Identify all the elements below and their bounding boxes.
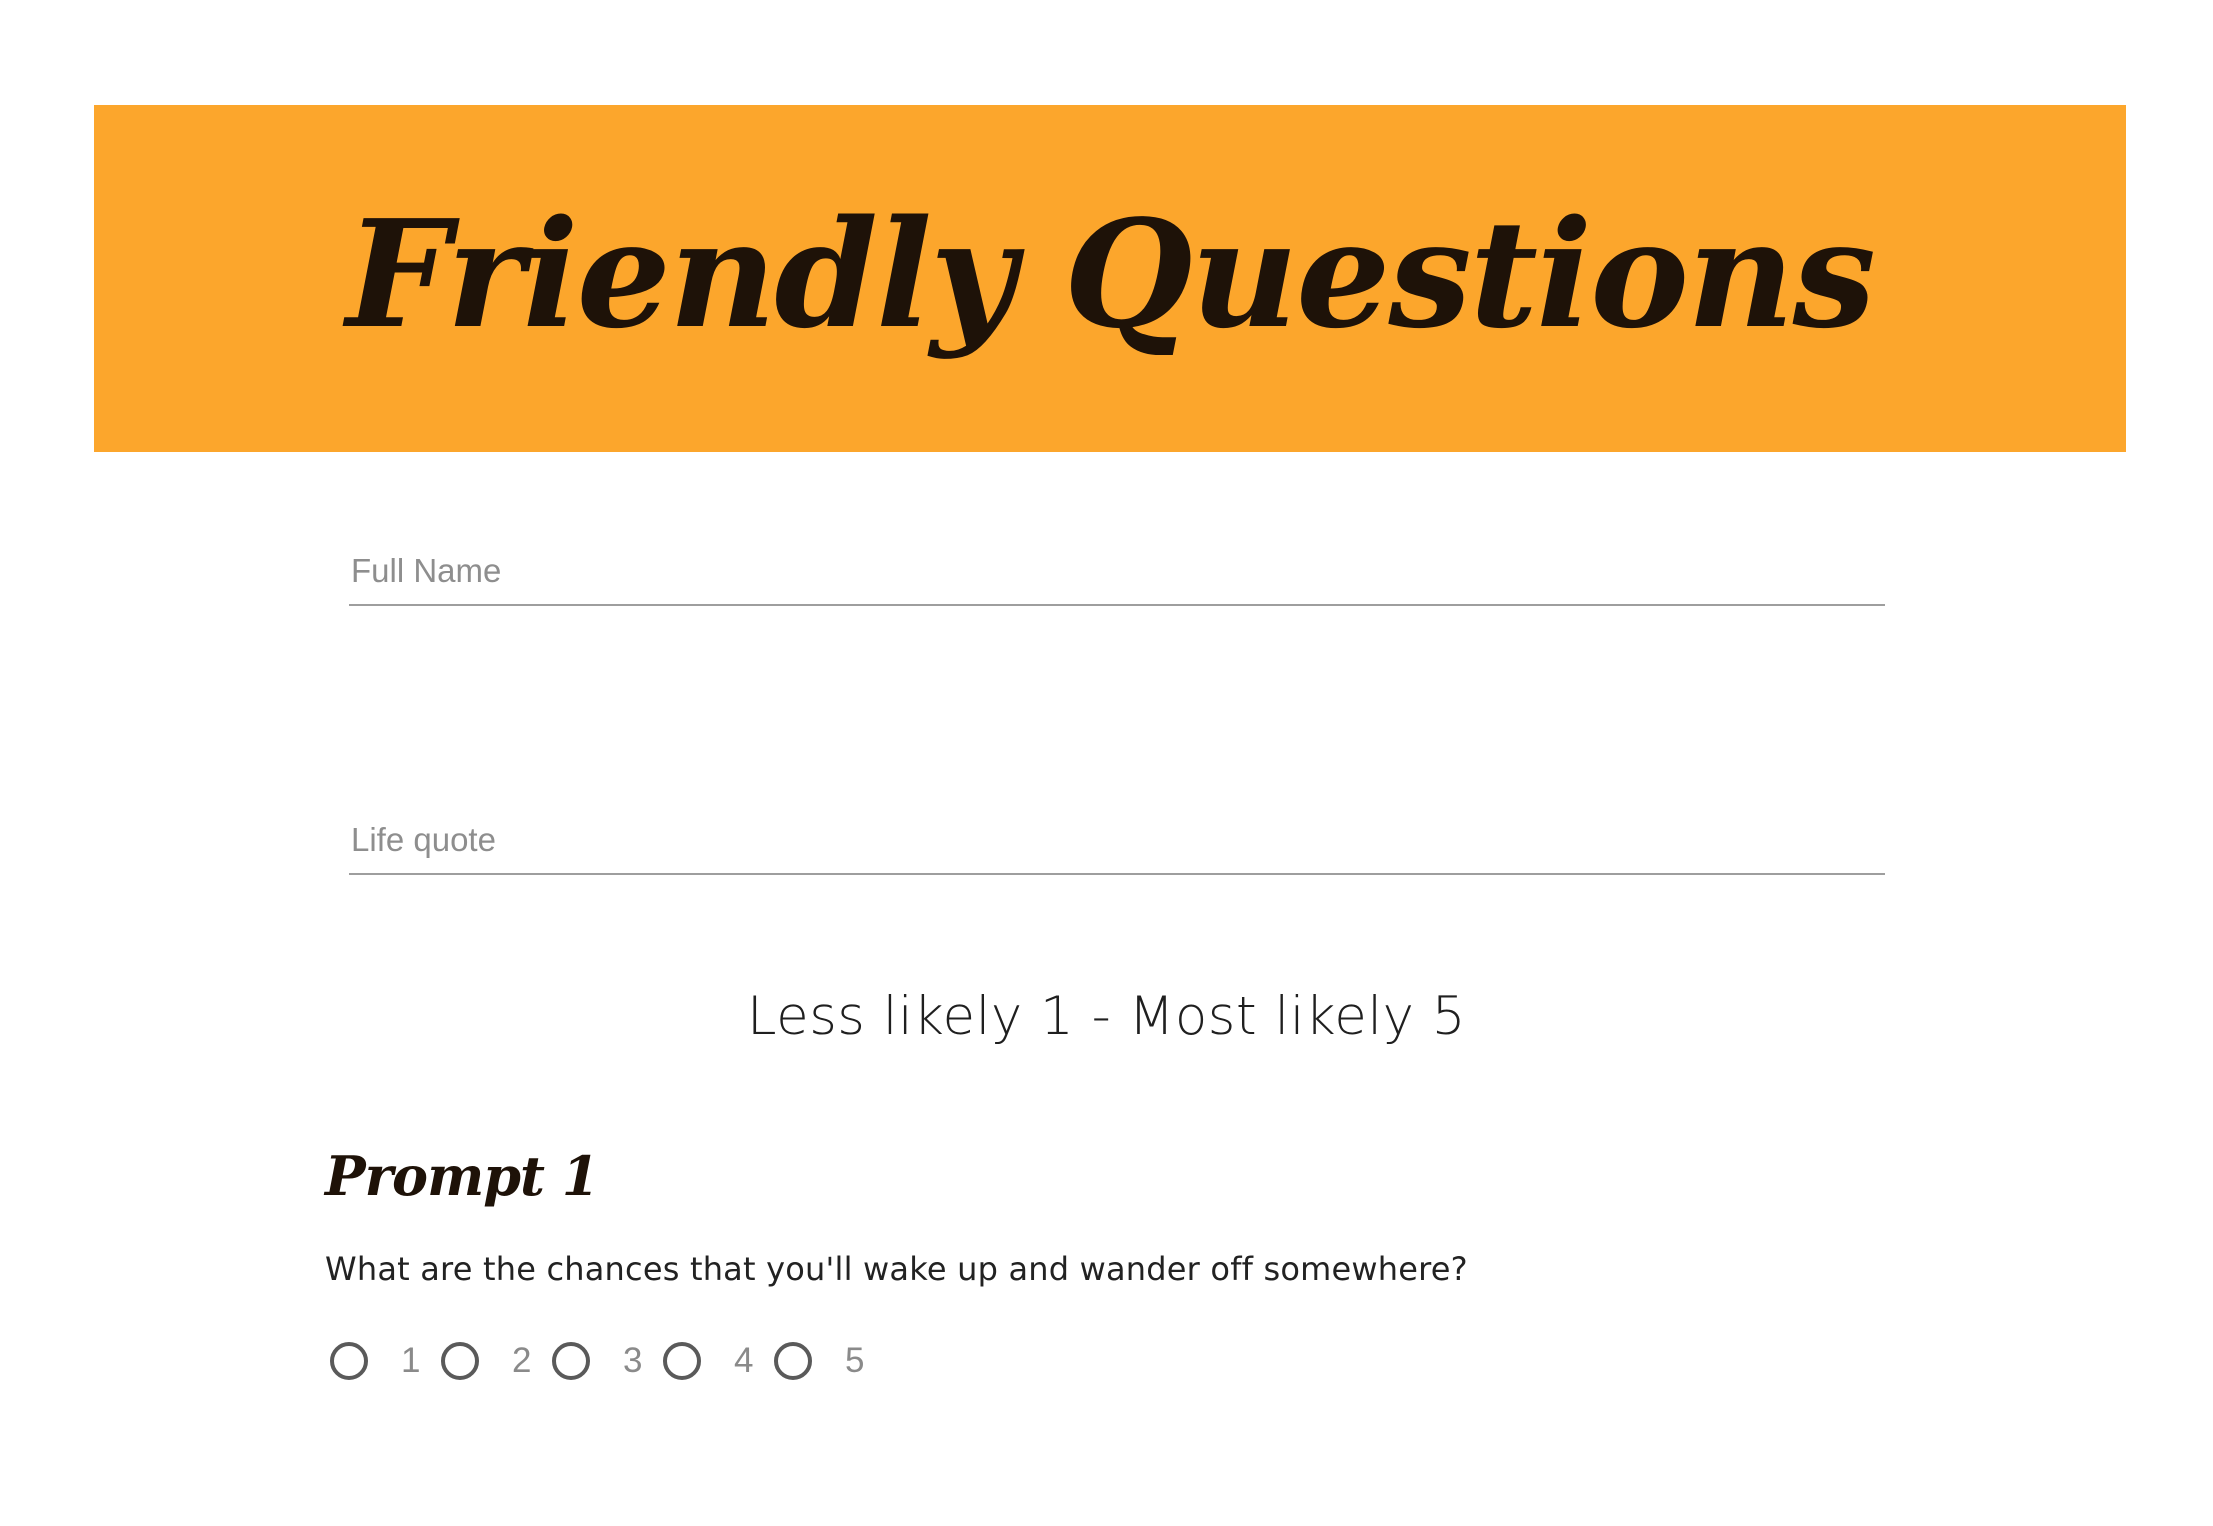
rating-label-5: 5: [845, 1341, 865, 1380]
page-title: Friendly Questions: [346, 186, 1876, 361]
rating-option-2[interactable]: 2: [441, 1341, 552, 1381]
rating-option-3[interactable]: 3: [552, 1341, 663, 1381]
rating-radio-group: 1 2 3 4 5: [330, 1339, 885, 1383]
scale-heading: Less likely 1 - Most likely 5: [746, 986, 1467, 1047]
radio-button-3[interactable]: [552, 1342, 590, 1380]
prompt-question: What are the chances that you'll wake up…: [325, 1250, 1468, 1288]
radio-button-2[interactable]: [441, 1342, 479, 1380]
radio-button-4[interactable]: [663, 1342, 701, 1380]
rating-option-4[interactable]: 4: [663, 1341, 774, 1381]
rating-option-5[interactable]: 5: [774, 1341, 885, 1381]
full-name-field: [349, 552, 1885, 606]
full-name-input[interactable]: [349, 552, 1885, 606]
header-banner: Friendly Questions: [94, 105, 2126, 452]
life-quote-field: [349, 821, 1885, 875]
rating-option-1[interactable]: 1: [330, 1341, 441, 1381]
radio-button-5[interactable]: [774, 1342, 812, 1380]
life-quote-input[interactable]: [349, 821, 1885, 875]
rating-label-2: 2: [512, 1341, 532, 1380]
radio-button-1[interactable]: [330, 1342, 368, 1380]
prompt-title: Prompt 1: [325, 1144, 599, 1208]
rating-label-3: 3: [623, 1341, 643, 1380]
rating-label-1: 1: [401, 1341, 421, 1380]
rating-label-4: 4: [734, 1341, 754, 1380]
